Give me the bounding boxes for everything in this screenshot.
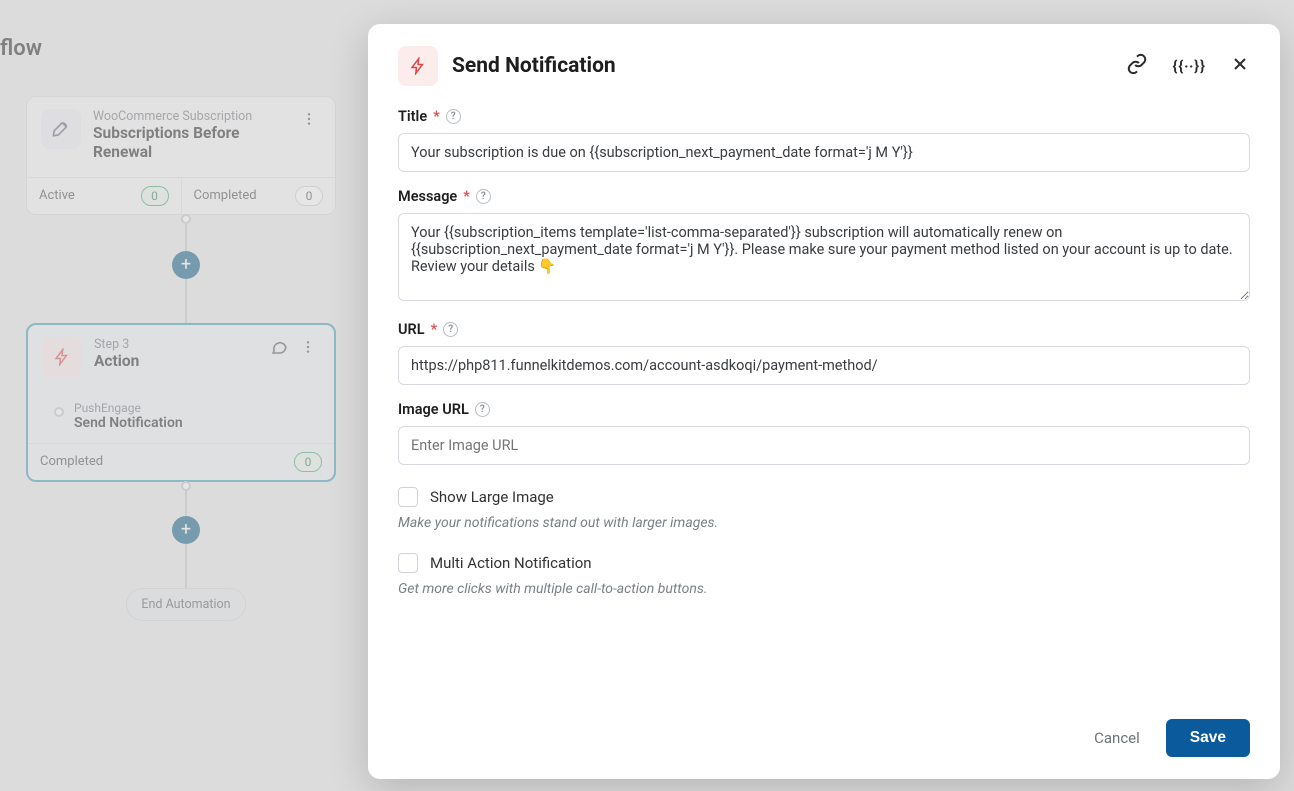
show-large-image-hint: Make your notifications stand out with l… (398, 515, 1250, 531)
message-textarea[interactable] (398, 213, 1250, 301)
multi-action-hint: Get more clicks with multiple call-to-ac… (398, 581, 1250, 597)
help-icon[interactable]: ? (446, 109, 461, 124)
lightning-icon (398, 46, 438, 86)
panel-title: Send Notification (452, 54, 1112, 78)
show-large-image-label: Show Large Image (430, 488, 554, 506)
merge-tags-icon[interactable]: {{‧‧}} (1172, 57, 1206, 75)
url-input[interactable] (398, 346, 1250, 385)
save-button[interactable]: Save (1166, 719, 1250, 757)
close-icon[interactable] (1230, 54, 1250, 78)
image-url-label: Image URL (398, 401, 469, 418)
cancel-button[interactable]: Cancel (1094, 729, 1140, 747)
title-input[interactable] (398, 133, 1250, 172)
image-url-input[interactable] (398, 426, 1250, 465)
show-large-image-checkbox[interactable] (398, 487, 418, 507)
required-marker: * (431, 321, 438, 338)
title-label: Title (398, 108, 427, 125)
help-icon[interactable]: ? (476, 189, 491, 204)
help-icon[interactable]: ? (443, 322, 458, 337)
send-notification-panel: Send Notification {{‧‧}} Title * ? Messa… (368, 24, 1280, 779)
required-marker: * (433, 108, 440, 125)
link-icon[interactable] (1126, 53, 1148, 79)
multi-action-checkbox[interactable] (398, 553, 418, 573)
required-marker: * (463, 188, 470, 205)
multi-action-label: Multi Action Notification (430, 554, 592, 572)
help-icon[interactable]: ? (475, 402, 490, 417)
message-label: Message (398, 188, 457, 205)
url-label: URL (398, 321, 425, 338)
